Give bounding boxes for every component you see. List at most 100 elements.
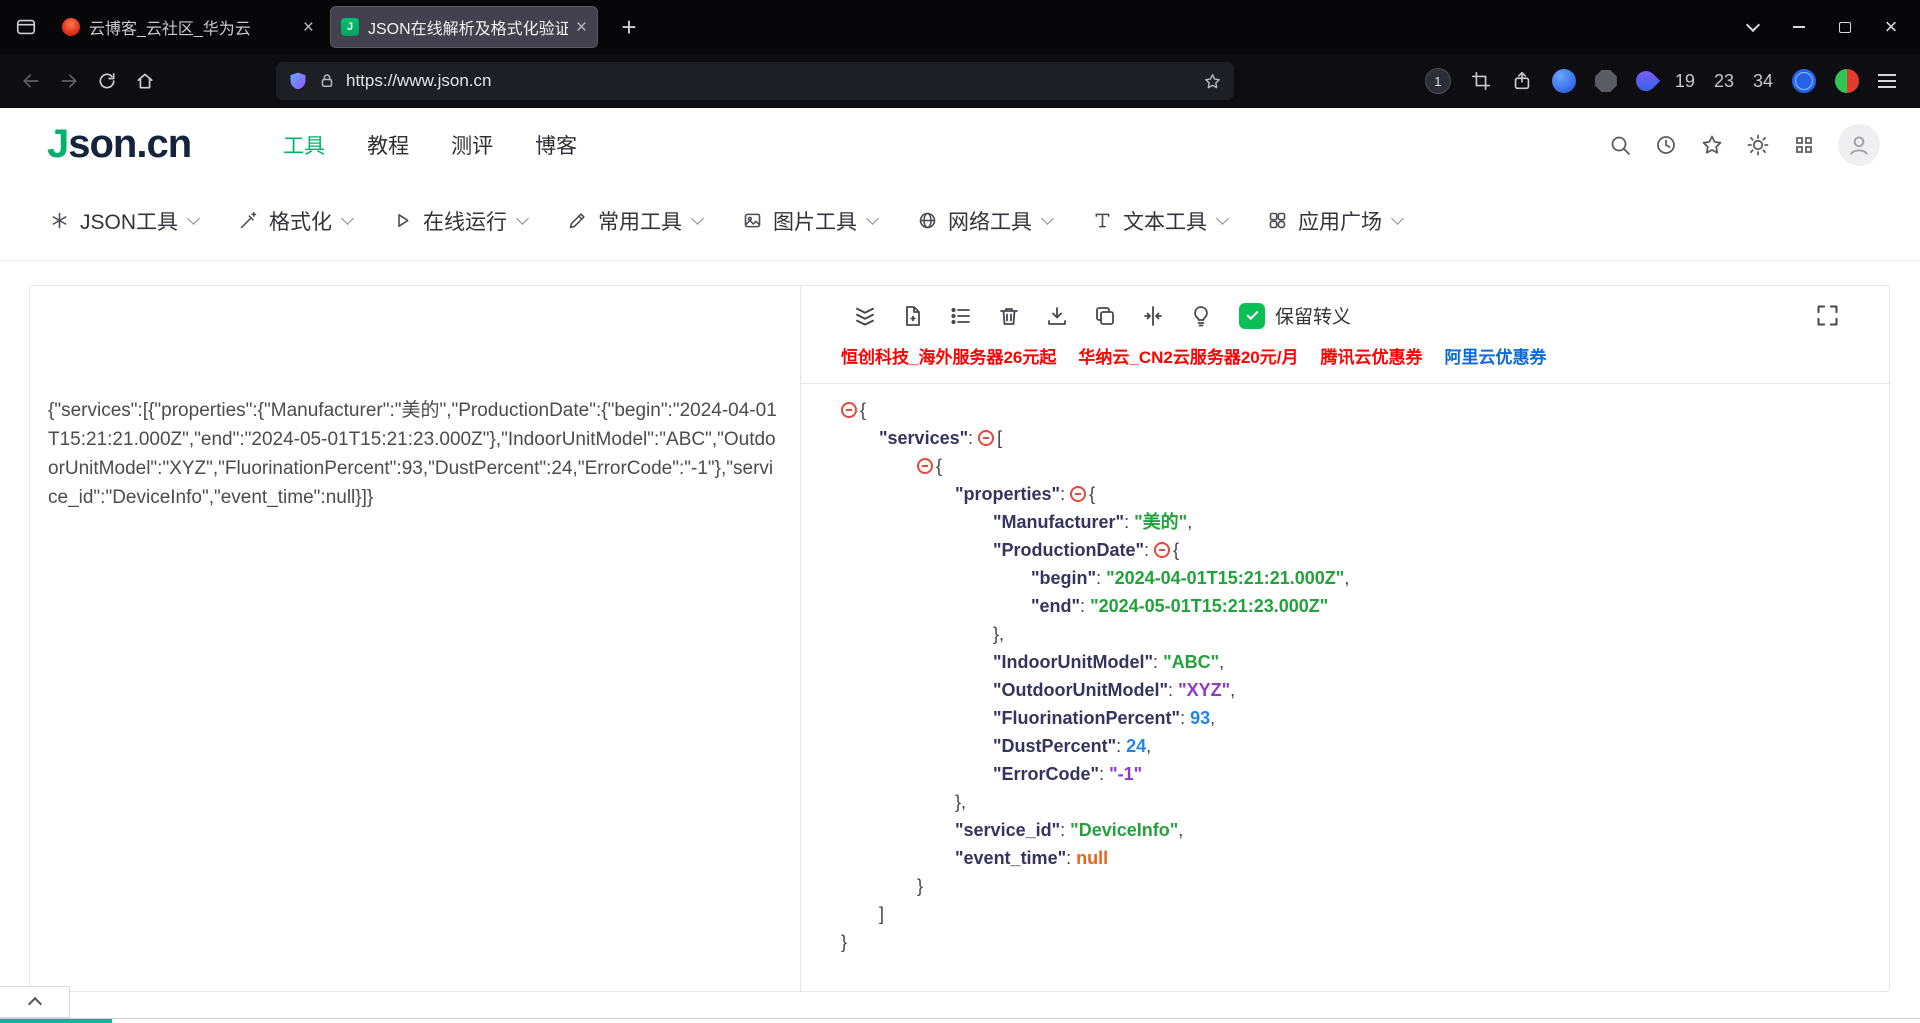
ad-link[interactable]: 腾讯云优惠券 <box>1320 343 1422 368</box>
tab-close-icon[interactable]: × <box>303 18 314 37</box>
ad-link[interactable]: 华纳云_CN2云服务器20元/月 <box>1078 343 1298 368</box>
gray-extension-button[interactable] <box>1594 70 1617 92</box>
flame-extension-button[interactable] <box>1631 66 1661 96</box>
json-tree-line: "IndoorUnitModel": "ABC", <box>841 648 1869 676</box>
json-token: { <box>1173 540 1180 560</box>
keep-escape-option[interactable]: 保留转义 <box>1239 302 1351 329</box>
keep-escape-checkbox[interactable] <box>1239 302 1265 329</box>
browser-tab-json-cn[interactable]: J JSON在线解析及格式化验证 - × <box>330 6 598 48</box>
json-tree-line: "ErrorCode": "-1" <box>841 760 1869 788</box>
chevron-down-icon <box>1216 212 1229 225</box>
home-button[interactable] <box>126 62 164 100</box>
download-button[interactable] <box>1043 302 1070 329</box>
bottom-progress-bar <box>0 1019 112 1023</box>
json-token: : <box>1180 708 1191 728</box>
nav-item-tutorials[interactable]: 教程 <box>367 130 409 160</box>
globe-extension-button[interactable] <box>1792 69 1816 93</box>
nav-item-blog[interactable]: 博客 <box>535 130 577 160</box>
json-token: "begin" <box>1031 568 1097 588</box>
forward-button[interactable] <box>50 62 88 100</box>
new-tab-button[interactable]: + <box>612 12 646 43</box>
firefox-view-button[interactable] <box>6 7 46 47</box>
lock-icon[interactable] <box>318 72 336 90</box>
close-window-button[interactable]: × <box>1868 0 1914 54</box>
site-logo[interactable]: Json.cn <box>47 122 192 167</box>
pencil-icon <box>569 213 585 229</box>
json-token: : <box>1066 848 1077 868</box>
toolnav-text-tools[interactable]: 文本工具 <box>1092 206 1229 236</box>
blue-extension-button[interactable] <box>1551 69 1576 93</box>
minimize-button[interactable] <box>1776 0 1822 54</box>
ad-link[interactable]: 阿里云优惠券 <box>1444 343 1546 368</box>
nav-item-tools[interactable]: 工具 <box>283 130 325 160</box>
collapse-toggle-icon[interactable] <box>841 402 857 418</box>
avatar[interactable] <box>1838 123 1880 166</box>
json-token: "2024-04-01T15:21:21.000Z" <box>1106 568 1345 588</box>
compress-button[interactable] <box>851 302 878 329</box>
proxy-extension-button[interactable] <box>1835 69 1859 93</box>
json-token: : <box>1153 652 1164 672</box>
toolnav-common-tools[interactable]: 常用工具 <box>567 206 704 236</box>
json-input-editor[interactable]: {"services":[{"properties":{"Manufacture… <box>30 286 801 991</box>
align-merge-button[interactable] <box>1139 302 1166 329</box>
json-token: null <box>1076 848 1109 868</box>
history-icon <box>1657 135 1675 154</box>
chevron-down-icon <box>1391 212 1404 225</box>
json-token: { <box>1089 484 1096 504</box>
copy-button[interactable] <box>1091 302 1118 329</box>
fullscreen-button[interactable] <box>1814 302 1841 329</box>
collapse-toggle-icon[interactable] <box>1070 486 1087 502</box>
keep-escape-label: 保留转义 <box>1275 307 1352 328</box>
json-token: "DustPercent" <box>993 736 1117 756</box>
menu-button[interactable] <box>1878 74 1896 88</box>
extension-counter[interactable]: 19 <box>1675 71 1695 92</box>
toolnav-network-tools[interactable]: 网络工具 <box>917 206 1054 236</box>
result-toolbar: 保留转义 <box>801 286 1889 329</box>
maximize-button[interactable] <box>1822 0 1868 54</box>
toolnav-image-tools[interactable]: 图片工具 <box>742 206 879 236</box>
json-tree-line: } <box>841 928 1869 956</box>
toolnav-app-plaza[interactable]: 应用广场 <box>1267 206 1404 236</box>
fullscreen-icon <box>1817 305 1838 326</box>
apps-button[interactable] <box>1792 133 1816 157</box>
collapse-toggle-icon[interactable] <box>917 458 933 474</box>
sort-list-button[interactable] <box>947 302 974 329</box>
extension-counter[interactable]: 34 <box>1753 71 1773 92</box>
json-token: "DeviceInfo" <box>1070 820 1179 840</box>
toolnav-online-run[interactable]: 在线运行 <box>392 206 529 236</box>
collapse-toggle-icon[interactable] <box>978 430 995 446</box>
favorite-button[interactable] <box>1700 133 1724 157</box>
screenshot-crop-button[interactable] <box>1470 70 1492 92</box>
collapse-top-button[interactable] <box>0 986 70 1018</box>
new-file-button[interactable] <box>899 302 926 329</box>
nav-item-reviews[interactable]: 测评 <box>451 130 493 160</box>
bookmark-star-button[interactable] <box>1203 72 1222 91</box>
extension-counter[interactable]: 23 <box>1714 71 1734 92</box>
url-bar[interactable]: https://www.json.cn <box>276 62 1234 100</box>
json-token: : <box>968 428 979 448</box>
reload-button[interactable] <box>88 62 126 100</box>
json-token: : <box>1099 764 1110 784</box>
json-token: { <box>860 400 867 420</box>
theme-toggle-button[interactable] <box>1746 133 1770 157</box>
collapse-toggle-icon[interactable] <box>1154 542 1171 558</box>
browser-tab-huawei-blog[interactable]: 云博客_云社区_华为云 × <box>52 6 324 48</box>
search-button[interactable] <box>1608 133 1632 157</box>
theme-bulb-button[interactable] <box>1187 302 1214 329</box>
notification-badge-button[interactable]: 1 <box>1424 68 1451 94</box>
share-extension-button[interactable] <box>1511 70 1533 92</box>
clear-button[interactable] <box>995 302 1022 329</box>
history-button[interactable] <box>1654 133 1678 157</box>
list-all-tabs-button[interactable] <box>1730 0 1776 54</box>
lightbulb-icon <box>1193 305 1208 326</box>
tab-close-icon[interactable]: × <box>576 18 587 37</box>
ad-link[interactable]: 恒创科技_海外服务器26元起 <box>841 343 1056 368</box>
json-token: "OutdoorUnitModel" <box>993 680 1169 700</box>
tracking-protection-shield-icon[interactable] <box>288 71 308 91</box>
json-token: }, <box>955 792 967 812</box>
toolnav-json-tools[interactable]: JSON工具 <box>49 206 200 236</box>
browser-tab-bar: 云博客_云社区_华为云 × J JSON在线解析及格式化验证 - × + × <box>0 0 1920 54</box>
toolnav-format[interactable]: 格式化 <box>238 206 354 236</box>
json-token: "end" <box>1031 596 1081 616</box>
back-button[interactable] <box>12 62 50 100</box>
